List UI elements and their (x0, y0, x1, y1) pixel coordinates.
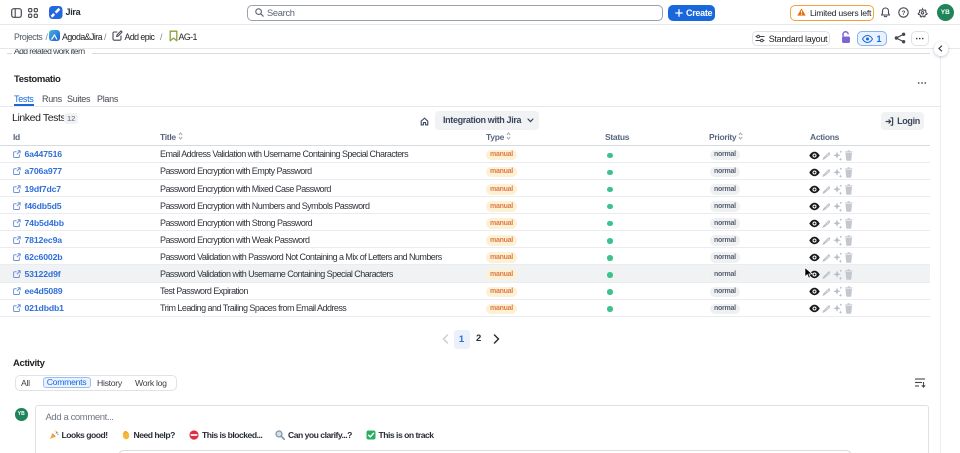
svg-text:?: ? (902, 10, 906, 17)
